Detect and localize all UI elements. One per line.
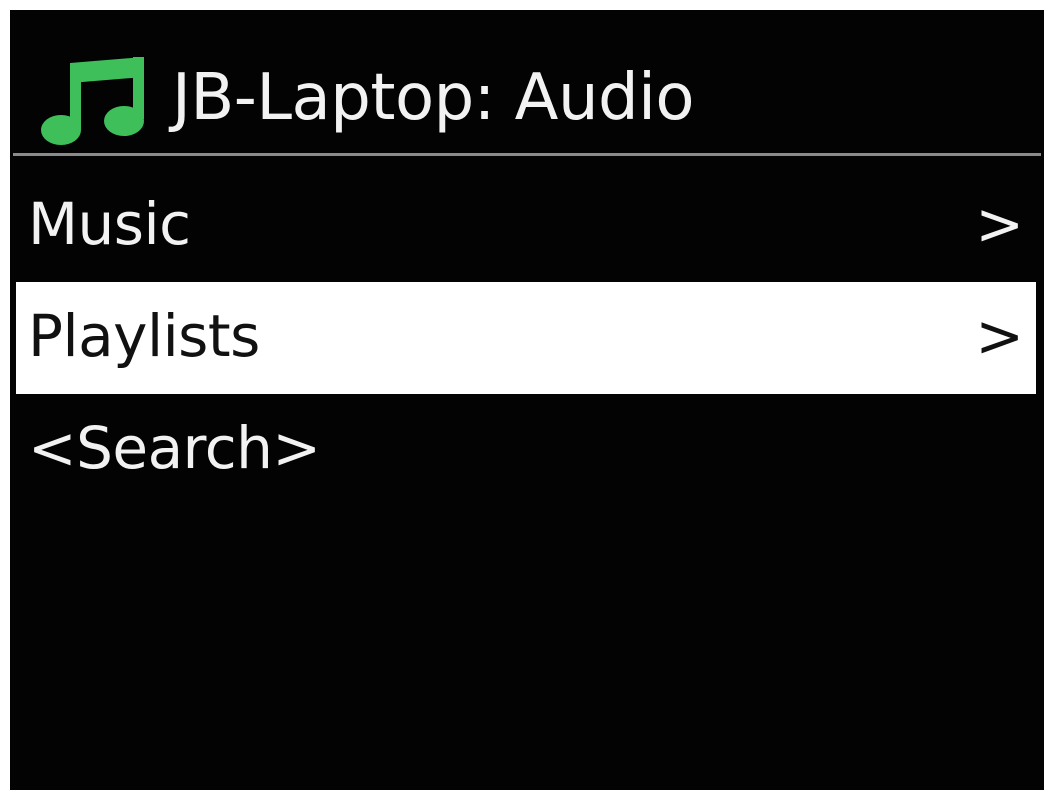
chevron-right-icon: > <box>975 190 1024 258</box>
menu-item-search[interactable]: <Search> <box>16 394 1036 506</box>
chevron-right-icon: > <box>975 302 1024 370</box>
menu-item-label: Playlists <box>28 302 260 370</box>
menu-item-music[interactable]: Music > <box>16 170 1036 282</box>
menu-item-label: Music <box>28 190 191 258</box>
header-divider <box>13 153 1041 156</box>
menu-list: Music > Playlists > <Search> <box>10 170 1044 506</box>
menu-item-playlists[interactable]: Playlists > <box>16 282 1036 394</box>
radio-display-screen: JB-Laptop: Audio Music > Playlists > <Se… <box>10 10 1044 790</box>
menu-item-label: <Search> <box>28 414 321 482</box>
page-title: JB-Laptop: Audio <box>172 61 695 135</box>
music-note-icon <box>40 55 150 147</box>
header-bar: JB-Laptop: Audio <box>10 10 1044 152</box>
